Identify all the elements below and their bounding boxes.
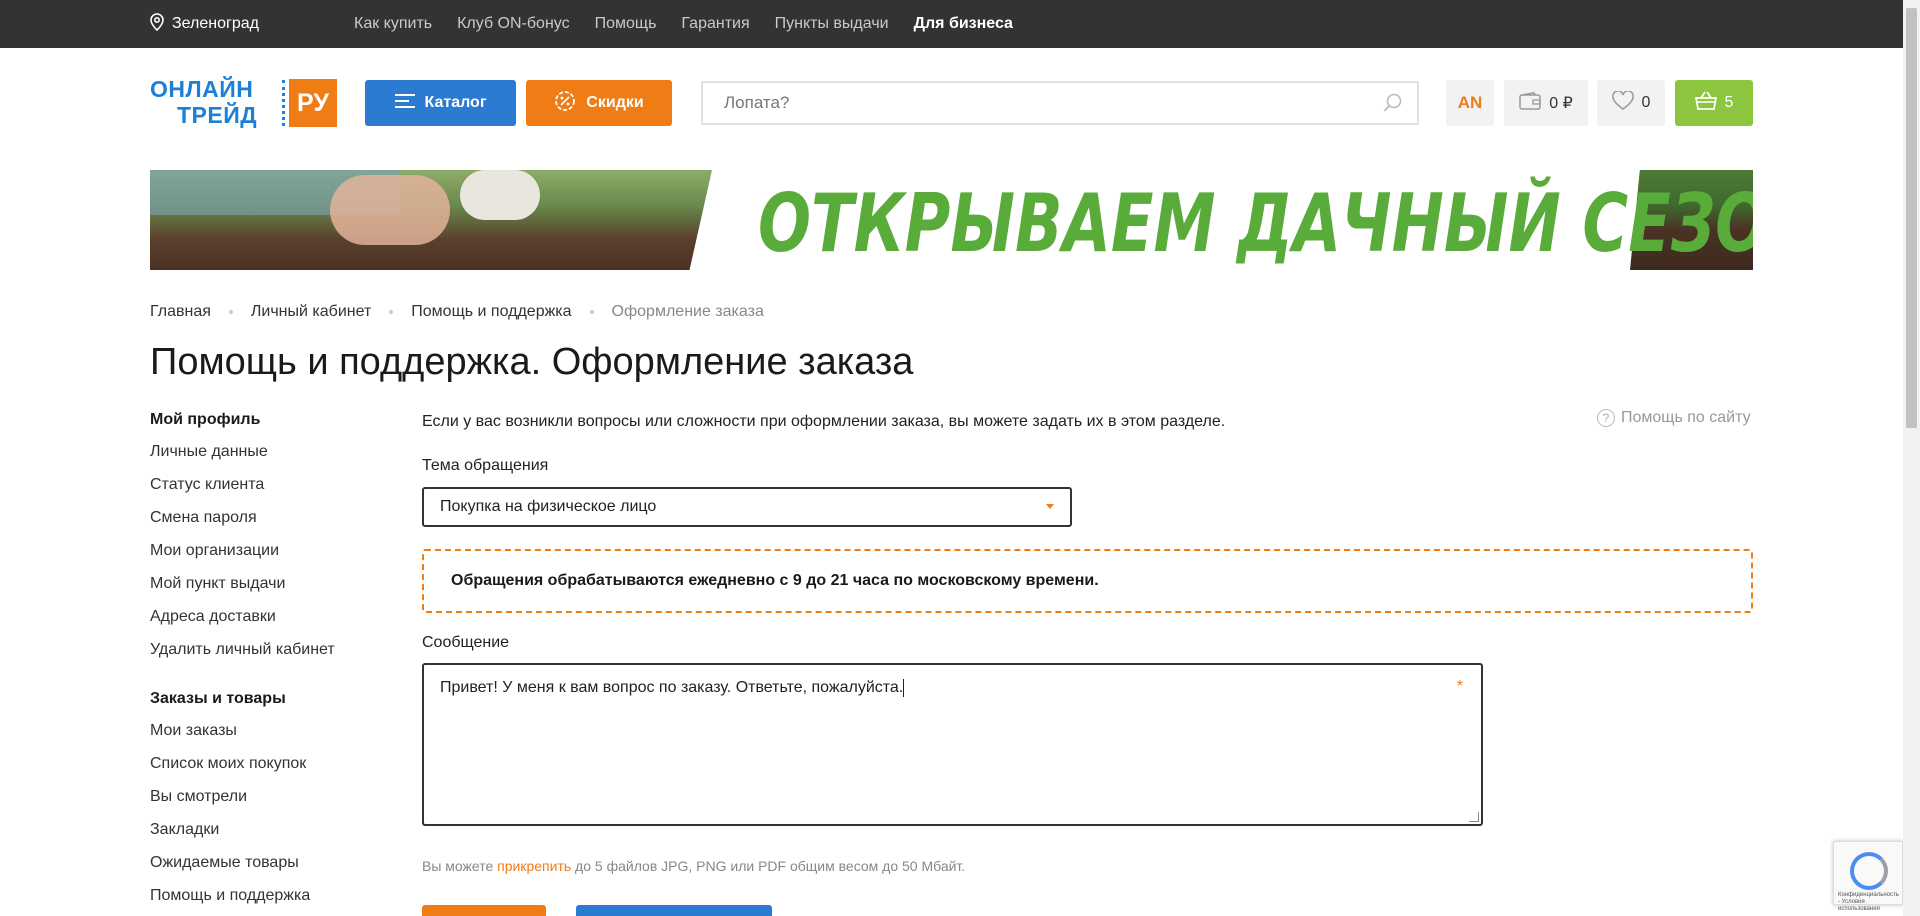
wallet-icon xyxy=(1519,91,1541,115)
nav-how-to-buy[interactable]: Как купить xyxy=(354,15,432,33)
menu-icon xyxy=(394,93,415,113)
sidebar-item-pickup-point[interactable]: Мой пункт выдачи xyxy=(150,575,370,608)
attach-hint-suffix: до 5 файлов JPG, PNG или PDF общим весом… xyxy=(571,858,966,874)
message-label: Сообщение xyxy=(422,634,510,651)
topic-select-value: Покупка на физическое лицо xyxy=(440,498,657,515)
sidebar-item-change-password[interactable]: Смена пароля xyxy=(150,509,370,542)
breadcrumb: Главная Личный кабинет Помощь и поддержк… xyxy=(150,303,764,321)
intro-text: Если у вас возникли вопросы или сложност… xyxy=(422,413,1226,430)
sidebar-item-bookmarks[interactable]: Закладки xyxy=(150,821,370,854)
breadcrumb-support[interactable]: Помощь и поддержка xyxy=(411,303,571,321)
sale-button[interactable]: Скидки xyxy=(526,80,672,126)
recaptcha-terms: Конфиденциальность - Условия использован… xyxy=(1838,892,1899,912)
banner-garden-photo xyxy=(150,170,712,270)
heart-icon xyxy=(1611,89,1634,116)
banner-title: ОТКРЫВАЕМ ДАЧНЫЙ СЕЗОН xyxy=(758,177,1753,270)
site-help-link[interactable]: ? Помощь по сайту xyxy=(1597,409,1751,427)
message-textarea[interactable]: Привет! У меня к вам вопрос по заказу. О… xyxy=(422,663,1483,826)
recaptcha-icon xyxy=(1850,852,1888,890)
info-icon: ? xyxy=(1597,409,1615,427)
nav-bonus-club[interactable]: Клуб ON-бонус xyxy=(457,15,570,33)
page-title: Помощь и поддержка. Оформление заказа xyxy=(150,341,914,383)
logo-line-2: ТРЕЙД xyxy=(177,102,258,128)
search-icon[interactable] xyxy=(1383,93,1403,118)
nav-for-business[interactable]: Для бизнеса xyxy=(914,15,1013,33)
wallet-button[interactable]: 0 ₽ xyxy=(1504,80,1588,126)
search-input[interactable] xyxy=(703,83,1343,123)
account-sidebar: Мой профиль Личные данные Статус клиента… xyxy=(150,411,370,916)
resize-handle-icon[interactable] xyxy=(1469,812,1479,822)
top-nav: Как купить Клуб ON-бонус Помощь Гарантия… xyxy=(354,0,1013,48)
breadcrumb-separator xyxy=(389,310,394,314)
location-pin-icon xyxy=(150,12,164,36)
breadcrumb-current: Оформление заказа xyxy=(611,303,764,320)
city-selector[interactable]: Зеленоград xyxy=(150,0,259,48)
promo-banner[interactable]: ОТКРЫВАЕМ ДАЧНЫЙ СЕЗОН xyxy=(150,170,1753,270)
logo-ru-badge: РУ xyxy=(289,79,337,127)
attach-link[interactable]: прикрепить xyxy=(497,858,571,874)
top-bar: Зеленоград Как купить Клуб ON-бонус Помо… xyxy=(0,0,1920,48)
sidebar-item-client-status[interactable]: Статус клиента xyxy=(150,476,370,509)
sidebar-heading-orders: Заказы и товары xyxy=(150,690,286,707)
sidebar-item-organizations[interactable]: Мои организации xyxy=(150,542,370,575)
notice-text: Обращения обрабатываются ежедневно с 9 д… xyxy=(451,572,1099,589)
city-label: Зеленоград xyxy=(172,15,259,32)
sidebar-item-purchase-list[interactable]: Список моих покупок xyxy=(150,755,370,788)
sidebar-heading-profile: Мой профиль xyxy=(150,411,261,428)
nav-help[interactable]: Помощь xyxy=(595,15,657,33)
secondary-action-button[interactable] xyxy=(576,905,772,916)
catalog-label: Каталог xyxy=(424,94,487,111)
account-button[interactable]: AN xyxy=(1446,80,1494,126)
cart-count: 5 xyxy=(1724,94,1734,111)
text-cursor xyxy=(903,679,905,697)
favorites-button[interactable]: 0 xyxy=(1597,80,1665,126)
sidebar-item-my-orders[interactable]: Мои заказы xyxy=(150,722,370,755)
recaptcha-badge[interactable]: Конфиденциальность - Условия использован… xyxy=(1833,841,1903,912)
sidebar-item-personal-data[interactable]: Личные данные xyxy=(150,443,370,476)
basket-icon xyxy=(1694,91,1717,116)
nav-pickup-points[interactable]: Пункты выдачи xyxy=(775,15,889,33)
cart-button[interactable]: 5 xyxy=(1675,80,1753,126)
sale-label: Скидки xyxy=(586,94,644,111)
catalog-button[interactable]: Каталог xyxy=(365,80,516,126)
discount-badge-icon xyxy=(554,90,576,117)
breadcrumb-account[interactable]: Личный кабинет xyxy=(251,303,371,321)
working-hours-notice: Обращения обрабатываются ежедневно с 9 д… xyxy=(422,549,1753,613)
account-initials: AN xyxy=(1457,93,1483,112)
sidebar-item-delivery-addresses[interactable]: Адреса доставки xyxy=(150,608,370,641)
breadcrumb-separator xyxy=(228,310,233,314)
sidebar-item-expected-goods[interactable]: Ожидаемые товары xyxy=(150,854,370,887)
favorites-count: 0 xyxy=(1641,94,1651,111)
site-help-label: Помощь по сайту xyxy=(1621,409,1751,426)
topic-label: Тема обращения xyxy=(422,457,549,474)
breadcrumb-separator xyxy=(589,310,594,314)
search-box xyxy=(701,81,1419,125)
scrollbar-thumb[interactable] xyxy=(1906,8,1917,428)
submit-button[interactable] xyxy=(422,905,546,916)
site-logo[interactable]: ОНЛАЙН ТРЕЙД РУ xyxy=(150,76,338,130)
wallet-amount: 0 ₽ xyxy=(1549,95,1573,112)
message-text: Привет! У меня к вам вопрос по заказу. О… xyxy=(440,679,904,697)
required-mark: * xyxy=(1456,678,1463,695)
attach-hint: Вы можете прикрепить до 5 файлов JPG, PN… xyxy=(422,858,965,874)
logo-divider xyxy=(282,80,285,126)
nav-warranty[interactable]: Гарантия xyxy=(681,15,749,33)
chevron-down-icon xyxy=(1046,504,1054,509)
topic-select[interactable]: Покупка на физическое лицо xyxy=(422,487,1072,527)
sidebar-item-help-support[interactable]: Помощь и поддержка xyxy=(150,887,370,916)
logo-text: ОНЛАЙН ТРЕЙД xyxy=(150,76,257,128)
sidebar-item-delete-account[interactable]: Удалить личный кабинет xyxy=(150,641,370,674)
sidebar-item-viewed[interactable]: Вы смотрели xyxy=(150,788,370,821)
breadcrumb-home[interactable]: Главная xyxy=(150,303,211,321)
page-scrollbar[interactable] xyxy=(1903,0,1920,916)
logo-line-1: ОНЛАЙН xyxy=(150,76,254,102)
attach-hint-prefix: Вы можете xyxy=(422,858,498,874)
